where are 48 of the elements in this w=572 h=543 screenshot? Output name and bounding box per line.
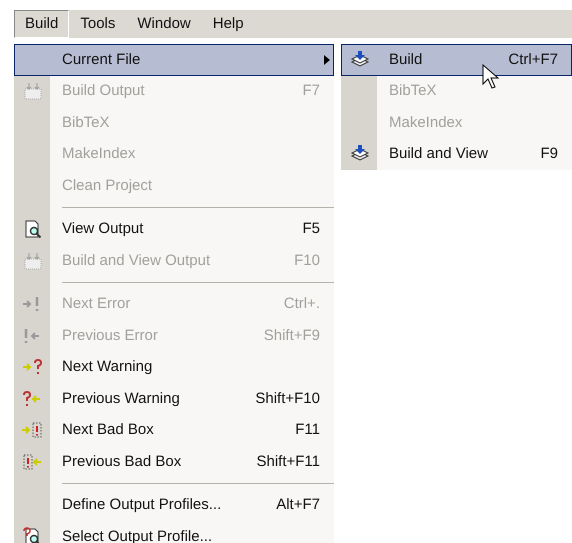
- menu-item-label: BibTeX: [62, 112, 110, 132]
- menu-item-label: Define Output Profiles...: [62, 495, 222, 515]
- menu-item-label: Clean Project: [62, 176, 152, 196]
- menu-item[interactable]: Next Warning: [14, 352, 334, 383]
- menu-item-label: MakeIndex: [389, 112, 462, 132]
- shortcut-label: Alt+F7: [276, 495, 320, 515]
- menu-item-label: Build Output: [62, 81, 145, 101]
- shortcut-label: F5: [302, 219, 320, 239]
- menu-item-label: Build: [389, 50, 422, 70]
- shortcut-label: Ctrl+F7: [508, 50, 558, 70]
- menu-item[interactable]: Current File: [14, 44, 334, 76]
- menu-item-label: View Output: [62, 219, 144, 239]
- shortcut-label: Ctrl+.: [284, 294, 320, 314]
- arrow-box-icon: [22, 420, 44, 440]
- menu-item[interactable]: Define Output Profiles... Alt+F7: [14, 490, 334, 521]
- build-grid-icon: [23, 250, 43, 271]
- menu-bar-item[interactable]: Build: [14, 10, 70, 38]
- menu-item[interactable]: Next Bad Box F11: [14, 414, 334, 446]
- shortcut-label: Shift+F11: [256, 452, 320, 472]
- menu-bar-item[interactable]: Tools: [69, 10, 126, 38]
- page-magnifier-icon: [23, 219, 43, 240]
- menu-item-label: Previous Warning: [62, 388, 180, 408]
- menu-bar-item[interactable]: Window: [126, 10, 202, 38]
- menu-item-label: Current File: [62, 50, 140, 70]
- menu-item[interactable]: Previous Warning Shift+F10: [14, 383, 334, 414]
- menu-item-label: Next Warning: [62, 357, 152, 377]
- menu-item[interactable]: Build Ctrl+F7: [341, 44, 572, 76]
- shortcut-label: F11: [295, 420, 320, 440]
- menu-bar-item[interactable]: Help: [202, 10, 255, 38]
- menu-item[interactable]: Previous Bad Box Shift+F11: [14, 446, 334, 478]
- menu-item-label: Build and View Output: [62, 250, 210, 270]
- shortcut-label: F10: [294, 250, 320, 270]
- shortcut-label: Shift+F10: [255, 388, 320, 408]
- menu-item-label: Previous Error: [62, 326, 158, 346]
- shortcut-label: F7: [302, 81, 320, 101]
- menu-item[interactable]: View Output F5: [14, 214, 334, 245]
- submenu-arrow-icon: [324, 54, 330, 65]
- menu-item-label: Previous Bad Box: [62, 452, 182, 472]
- shortcut-label: Shift+F9: [264, 326, 320, 346]
- menu-item-label: Build and View: [389, 144, 488, 164]
- menu-item-label: MakeIndex: [62, 144, 136, 164]
- build-grid-icon: [23, 81, 43, 102]
- menu-item[interactable]: Build and View F9: [341, 138, 572, 170]
- box-arrow-icon: [22, 452, 44, 472]
- shortcut-label: F9: [540, 144, 558, 164]
- menu-item-label: Next Error: [62, 294, 130, 314]
- menu-item-label: Next Bad Box: [62, 420, 154, 440]
- menu-item-label: BibTeX: [389, 81, 437, 101]
